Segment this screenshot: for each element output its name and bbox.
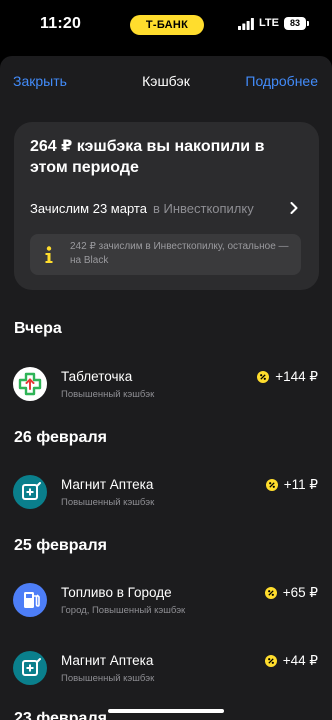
cashback-coin-icon	[264, 587, 277, 599]
accrual-target: в Инвесткопилку	[152, 201, 254, 216]
merchant-name: Топливо в Городе	[61, 585, 172, 600]
day-header: 23 февраля	[14, 710, 107, 720]
bank-badge: Т-БАНК	[130, 15, 204, 35]
home-indicator[interactable]	[108, 709, 224, 713]
info-notice: 242 ₽ зачислим в Инвесткопилку, остально…	[30, 234, 301, 275]
fuel-pump-icon	[13, 583, 47, 617]
transaction-row[interactable]: Магнит Аптека Повышенный кэшбэк +11 ₽	[0, 475, 332, 525]
merchant-name: Магнит Аптека	[61, 477, 154, 492]
cellular-signal-icon	[238, 18, 254, 30]
details-button[interactable]: Подробнее	[245, 73, 318, 89]
transaction-row[interactable]: Магнит Аптека Повышенный кэшбэк +44 ₽	[0, 651, 332, 701]
info-text: 242 ₽ зачислим в Инвесткопилку, остально…	[70, 241, 289, 266]
cashback-amount: +144 ₽	[257, 368, 318, 386]
amount-value: +44 ₽	[282, 653, 318, 668]
transaction-row[interactable]: Таблеточка Повышенный кэшбэк +144 ₽	[0, 367, 332, 417]
amount-value: +65 ₽	[282, 585, 318, 600]
cashback-type: Повышенный кэшбэк	[61, 497, 155, 508]
battery-icon: 83	[284, 17, 306, 30]
cashback-coin-icon	[265, 479, 278, 491]
cashback-amount: +65 ₽	[264, 584, 318, 602]
cashback-total-title: 264 ₽ кэшбэка вы накопили в этом периоде	[30, 138, 265, 176]
cashback-type: Повышенный кэшбэк	[61, 673, 155, 684]
network-type: LTE	[259, 17, 279, 29]
battery-tip	[307, 21, 309, 26]
cashback-amount: +11 ₽	[265, 476, 318, 494]
cashback-type: Повышенный кэшбэк	[61, 389, 155, 400]
cashback-summary-card: 264 ₽ кэшбэка вы накопили в этом периоде…	[14, 122, 319, 290]
magnit-pharmacy-icon	[13, 475, 47, 509]
chevron-right-icon	[290, 202, 298, 214]
cashback-amount: +44 ₽	[264, 652, 318, 670]
status-bar: 11:20 Т-БАНК LTE 83	[0, 0, 332, 48]
accrual-row[interactable]: Зачислим 23 марта в Инвесткопилку	[30, 200, 310, 218]
day-header: 26 февраля	[14, 429, 107, 446]
day-header: 25 февраля	[14, 537, 107, 554]
amount-value: +144 ₽	[275, 369, 318, 384]
accrual-date: Зачислим 23 марта	[30, 201, 147, 216]
merchant-name: Магнит Аптека	[61, 653, 154, 668]
pharmacy-cross-icon	[13, 367, 47, 401]
magnit-pharmacy-icon	[13, 651, 47, 685]
amount-value: +11 ₽	[283, 477, 318, 492]
cashback-coin-icon	[257, 371, 270, 383]
cashback-type: Город, Повышенный кэшбэк	[61, 605, 186, 616]
cashback-coin-icon	[264, 655, 277, 667]
info-icon	[45, 246, 53, 263]
merchant-name: Таблеточка	[61, 369, 133, 384]
status-time: 11:20	[40, 15, 82, 32]
day-header: Вчера	[14, 320, 62, 337]
transaction-row[interactable]: Топливо в Городе Город, Повышенный кэшбэ…	[0, 583, 332, 633]
